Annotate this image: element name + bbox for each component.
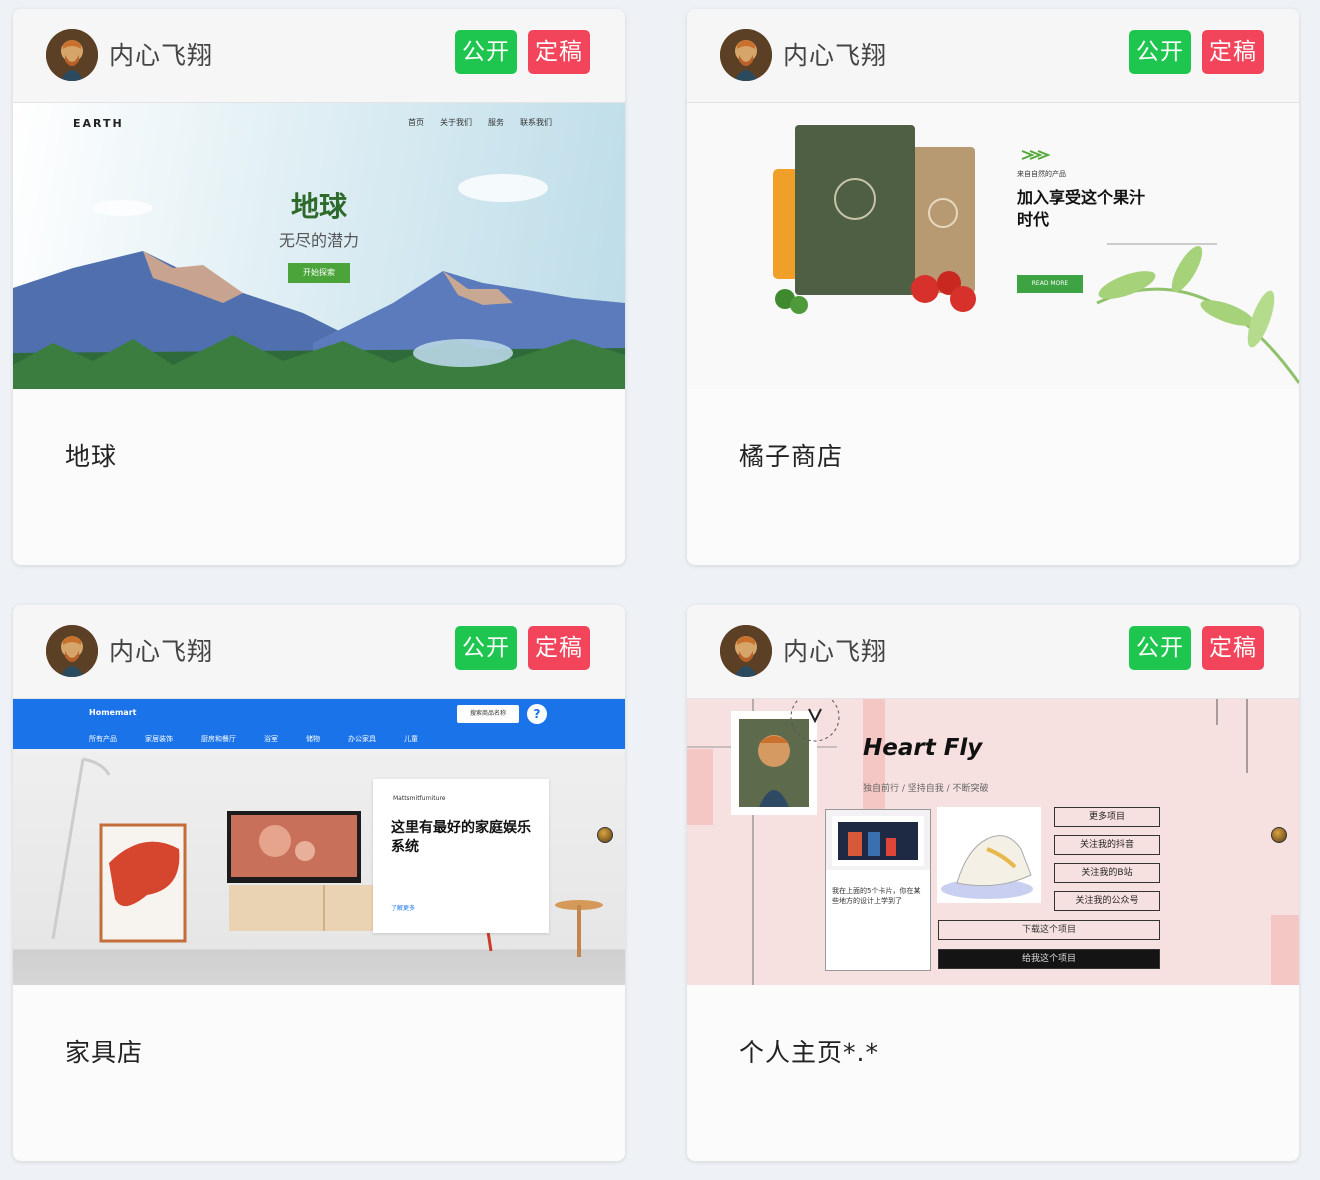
preview-subheading: 无尽的潜力 <box>278 231 359 250</box>
chat-bubble-icon <box>597 827 613 843</box>
product-illustration <box>773 125 1299 384</box>
chat-bubble-icon <box>1271 827 1287 843</box>
project-card[interactable]: 内心飞翔 公开 定稿 Heart Fly 独自前行 / 坚持自我 / 不断突破 … <box>687 605 1299 1161</box>
portfolio-illustration <box>687 699 1299 985</box>
preview-nav-item: 联系我们 <box>520 118 552 127</box>
author-avatar[interactable] <box>46 29 98 81</box>
author-avatar[interactable] <box>46 625 98 677</box>
preview-post-card: 我在上面的5个卡片，你在某些地方的设计上学到了 <box>825 809 931 971</box>
public-button[interactable]: 公开 <box>455 626 517 670</box>
preview-kicker: 来自自然的产品 <box>1017 170 1066 178</box>
preview-logo: EARTH <box>73 117 124 130</box>
preview-nav-item: 服务 <box>488 118 504 127</box>
finalize-button[interactable]: 定稿 <box>528 626 590 670</box>
finalize-button[interactable]: 定稿 <box>1202 626 1264 670</box>
preview-nav-item: 首页 <box>408 118 424 127</box>
preview-heading: 加入享受这个果汁时代 <box>1017 188 1146 229</box>
project-title[interactable]: 地球 <box>65 437 117 473</box>
preview-panel-heading: 这里有最好的家庭娱乐系统 <box>391 820 531 855</box>
preview-panel-link: 了解更多 <box>391 905 416 912</box>
project-card[interactable]: 内心飞翔 公开 定稿 Homemart 搜索商品名称 ? 所有产品 家居装饰 厨… <box>13 605 625 1161</box>
author-name: 内心飞翔 <box>783 637 888 666</box>
preview-post-text: 我在上面的5个卡片，你在某些地方的设计上学到了 <box>832 887 921 905</box>
card-header: 内心飞翔 公开 定稿 <box>687 9 1299 103</box>
project-title[interactable]: 家具店 <box>65 1033 143 1069</box>
card-header: 内心飞翔 公开 定稿 <box>13 605 625 699</box>
public-button[interactable]: 公开 <box>1129 626 1191 670</box>
public-button[interactable]: 公开 <box>1129 30 1191 74</box>
author-avatar[interactable] <box>720 625 772 677</box>
preview-side-button: 关注我的公众号 <box>1054 891 1160 911</box>
preview-side-button: 关注我的抖音 <box>1054 835 1160 855</box>
preview-heading: Heart Fly <box>863 735 983 761</box>
preview-cta-button: 开始探索 <box>288 263 350 283</box>
preview-cta-button: READ MORE <box>1017 275 1083 293</box>
preview-side-button: 更多项目 <box>1054 807 1160 827</box>
project-thumbnail[interactable]: Heart Fly 独自前行 / 坚持自我 / 不断突破 我在上面的5个卡片，你… <box>687 699 1299 985</box>
author-name: 内心飞翔 <box>109 41 214 70</box>
card-header: 内心飞翔 公开 定稿 <box>13 9 625 103</box>
card-header: 内心飞翔 公开 定稿 <box>687 605 1299 699</box>
project-title[interactable]: 个人主页*.* <box>739 1033 879 1069</box>
finalize-button[interactable]: 定稿 <box>1202 30 1264 74</box>
preview-side-button: 关注我的B站 <box>1054 863 1160 883</box>
preview-promo-panel: Mattsmitfurniture 这里有最好的家庭娱乐系统 了解更多 <box>373 779 549 933</box>
project-card[interactable]: 内心飞翔 公开 定稿 EARTH 首页 关于我们 服务 联系我们 地球 无尽的潜… <box>13 9 625 565</box>
author-name: 内心飞翔 <box>109 637 214 666</box>
author-name: 内心飞翔 <box>783 41 888 70</box>
preview-heading: 地球 <box>290 190 347 223</box>
preview-dark-button: 给我这个项目 <box>938 949 1160 969</box>
public-button[interactable]: 公开 <box>455 30 517 74</box>
preview-subheading: 独自前行 / 坚持自我 / 不断突破 <box>863 784 989 794</box>
preview-panel-brand: Mattsmitfurniture <box>393 795 446 802</box>
project-title[interactable]: 橘子商店 <box>739 437 843 473</box>
project-thumbnail[interactable]: 来自自然的产品 加入享受这个果汁时代 READ MORE <box>687 103 1299 389</box>
preview-nav: 首页 关于我们 服务 联系我们 <box>408 117 552 128</box>
post-thumbnail <box>826 810 930 870</box>
author-avatar[interactable] <box>720 29 772 81</box>
project-thumbnail[interactable]: EARTH 首页 关于我们 服务 联系我们 地球 无尽的潜力 开始探索 <box>13 103 625 389</box>
preview-download-button: 下载这个项目 <box>938 920 1160 940</box>
finalize-button[interactable]: 定稿 <box>528 30 590 74</box>
project-card[interactable]: 内心飞翔 公开 定稿 来自自然的产品 加入享受这个果汁时代 READ MORE <box>687 9 1299 565</box>
project-thumbnail[interactable]: Homemart 搜索商品名称 ? 所有产品 家居装饰 厨房和餐厅 浴室 储物 … <box>13 699 625 985</box>
preview-nav-item: 关于我们 <box>440 118 472 127</box>
